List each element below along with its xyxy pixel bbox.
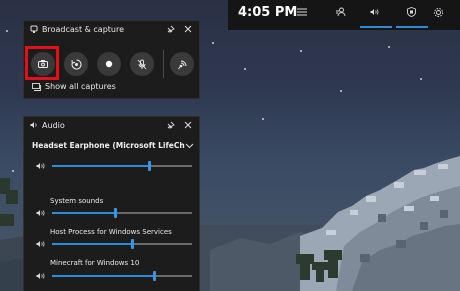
audio-title: Audio	[42, 120, 65, 130]
audio-active-indicator	[360, 26, 392, 28]
host-process-volume-slider[interactable]	[36, 239, 196, 249]
highlight-box	[25, 46, 59, 80]
speaker-icon	[30, 121, 38, 129]
volume-track[interactable]	[52, 239, 192, 249]
settings-icon[interactable]	[432, 6, 444, 18]
capture-widget-icon[interactable]	[405, 6, 417, 18]
broadcast-widget-icon	[30, 25, 38, 33]
volume-icon	[36, 210, 45, 216]
record-button[interactable]	[97, 52, 121, 76]
chevron-down-icon	[185, 143, 194, 148]
game-bar-top-bar: 4:05 PM	[228, 0, 460, 30]
mic-off-icon	[137, 59, 147, 69]
xbox-social-icon[interactable]	[334, 6, 346, 18]
volume-track[interactable]	[52, 271, 192, 281]
volume-icon	[36, 273, 45, 279]
app-label-minecraft: Minecraft for Windows 10	[50, 259, 140, 267]
audio-header: Audio	[24, 117, 199, 133]
record-last-icon	[71, 58, 82, 69]
mic-toggle-button[interactable]	[130, 52, 154, 76]
pin-icon[interactable]	[165, 120, 175, 130]
broadcast-title: Broadcast & capture	[42, 24, 125, 34]
close-icon[interactable]	[183, 120, 193, 130]
audio-widget: Audio Headset Earphone (Microsoft LifeCh…	[23, 116, 200, 291]
volume-icon	[36, 163, 45, 169]
volume-icon	[36, 241, 45, 247]
pin-icon[interactable]	[165, 24, 175, 34]
capture-controls	[25, 46, 203, 82]
broadcast-capture-widget: Broadcast & capture Show all captures	[23, 20, 200, 99]
system-sounds-volume-slider[interactable]	[36, 208, 196, 218]
audio-device-name: Headset Earphone (Microsoft LifeChat L..…	[32, 141, 185, 150]
broadcast-icon	[177, 60, 186, 69]
record-last-button[interactable]	[64, 52, 88, 76]
broadcast-button[interactable]	[170, 52, 194, 76]
volume-thumb[interactable]	[147, 161, 151, 171]
minecraft-volume-slider[interactable]	[36, 271, 196, 281]
capture-active-indicator	[396, 26, 428, 28]
menu-icon[interactable]	[296, 6, 308, 18]
audio-device-dropdown[interactable]: Headset Earphone (Microsoft LifeChat L..…	[32, 141, 194, 150]
divider	[163, 50, 164, 78]
gallery-icon	[32, 82, 41, 91]
volume-thumb[interactable]	[130, 239, 134, 249]
broadcast-header: Broadcast & capture	[24, 21, 199, 37]
close-icon[interactable]	[183, 24, 193, 34]
clock: 4:05 PM	[238, 5, 298, 20]
record-icon	[105, 60, 113, 68]
show-all-captures-label: Show all captures	[45, 82, 116, 91]
volume-track[interactable]	[52, 208, 192, 218]
audio-icon[interactable]	[369, 6, 381, 18]
screenshot-button[interactable]	[25, 46, 59, 80]
app-label-system-sounds: System sounds	[50, 197, 104, 205]
show-all-captures-link[interactable]: Show all captures	[32, 82, 116, 91]
volume-thumb[interactable]	[153, 271, 157, 281]
app-label-host-process: Host Process for Windows Services	[50, 228, 172, 236]
volume-thumb[interactable]	[114, 208, 117, 218]
volume-track[interactable]	[52, 161, 192, 171]
master-volume-slider[interactable]	[36, 161, 196, 171]
